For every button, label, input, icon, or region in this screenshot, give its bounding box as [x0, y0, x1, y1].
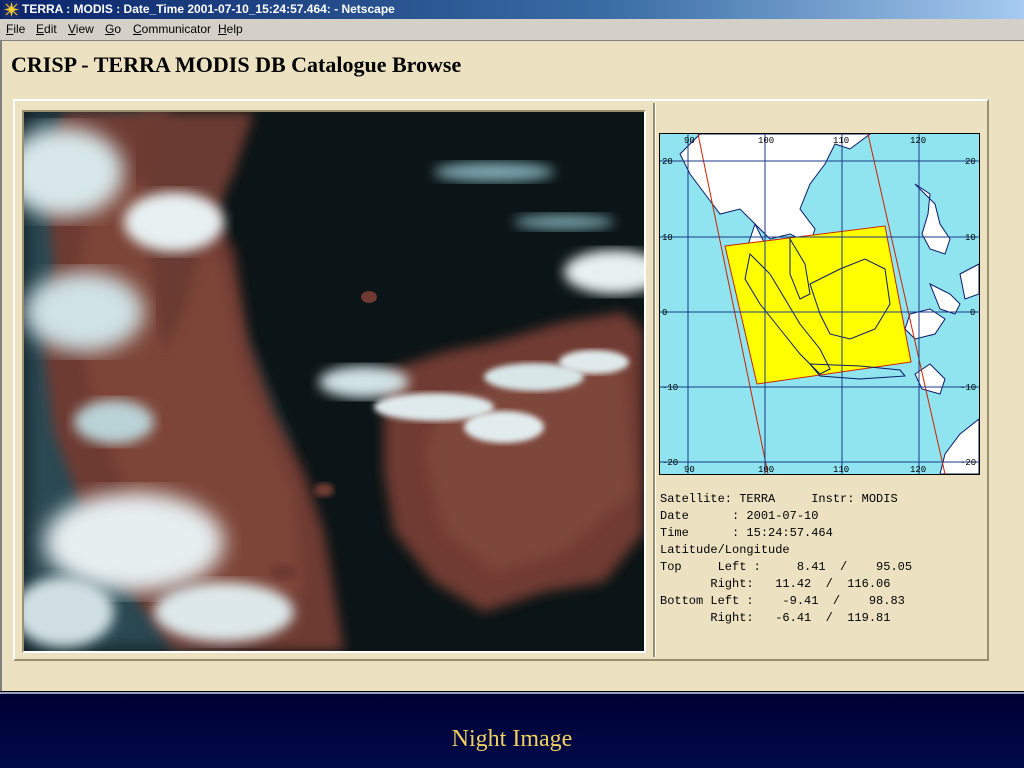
window-titlebar: TERRA : MODIS : Date_Time 2001-07-10_15:…	[0, 0, 1024, 19]
info-latlon-header: Latitude/Longitude	[660, 543, 790, 557]
slide-caption: Night Image	[451, 726, 573, 752]
map-lon-bottom-110: 110	[833, 465, 849, 474]
page-title: CRISP - TERRA MODIS DB Catalogue Browse	[11, 52, 462, 77]
image-metadata: Satellite: TERRA Instr: MODIS Date : 2001…	[660, 491, 912, 627]
satellite-image-render	[24, 112, 644, 651]
menu-go[interactable]: Go	[105, 22, 121, 36]
map-lon-bottom-100: 100	[758, 465, 774, 474]
info-satellite: Satellite: TERRA Instr: MODIS	[660, 492, 898, 506]
map-lat-right-m10: -10	[960, 383, 976, 393]
menu-bar: File Edit View Go Communicator Help	[0, 19, 1024, 41]
map-lon-top-120: 120	[910, 136, 926, 146]
menu-edit[interactable]: Edit	[36, 22, 57, 36]
info-bottom-right: Right: -6.41 / 119.81	[660, 611, 891, 625]
menu-file[interactable]: File	[6, 22, 25, 36]
slide-footer: Night Image	[0, 692, 1024, 768]
info-time: Time : 15:24:57.464	[660, 526, 833, 540]
netscape-star-icon	[3, 1, 20, 18]
menu-view[interactable]: View	[68, 22, 94, 36]
menu-help[interactable]: Help	[218, 22, 243, 36]
map-lon-top-90: 90	[684, 136, 695, 146]
map-lon-bottom-90: 90	[684, 465, 695, 474]
map-lat-right-20: 20	[965, 157, 976, 167]
info-top-left: Top Left : 8.41 / 95.05	[660, 560, 913, 574]
page-content: CRISP - TERRA MODIS DB Catalogue Browse	[0, 41, 1024, 691]
catalogue-table: 90 100 110 120 90 100 110 120 20 10 0 -1…	[13, 99, 989, 661]
satellite-image[interactable]	[22, 110, 646, 653]
map-lat-left-20: 20	[662, 157, 673, 167]
map-lat-right-0: 0	[970, 308, 975, 318]
info-date: Date : 2001-07-10	[660, 509, 819, 523]
map-lat-right-10: 10	[965, 233, 976, 243]
info-bottom-left: Bottom Left : -9.41 / 98.83	[660, 594, 905, 608]
menu-communicator[interactable]: Communicator	[133, 22, 211, 36]
info-panel: 90 100 110 120 90 100 110 120 20 10 0 -1…	[656, 103, 986, 657]
map-lon-top-110: 110	[833, 136, 849, 146]
map-lat-left-m10: -10	[662, 383, 678, 393]
map-lat-left-10: 10	[662, 233, 673, 243]
map-lat-left-m20: -20	[662, 458, 678, 468]
coverage-map[interactable]: 90 100 110 120 90 100 110 120 20 10 0 -1…	[659, 133, 980, 475]
coverage-map-render: 90 100 110 120 90 100 110 120 20 10 0 -1…	[660, 134, 979, 474]
map-lat-right-m20: -20	[960, 458, 976, 468]
info-top-right: Right: 11.42 / 116.06	[660, 577, 891, 591]
window-title: TERRA : MODIS : Date_Time 2001-07-10_15:…	[22, 2, 395, 16]
map-lon-top-100: 100	[758, 136, 774, 146]
map-lat-left-0: 0	[662, 308, 667, 318]
map-lon-bottom-120: 120	[910, 465, 926, 474]
